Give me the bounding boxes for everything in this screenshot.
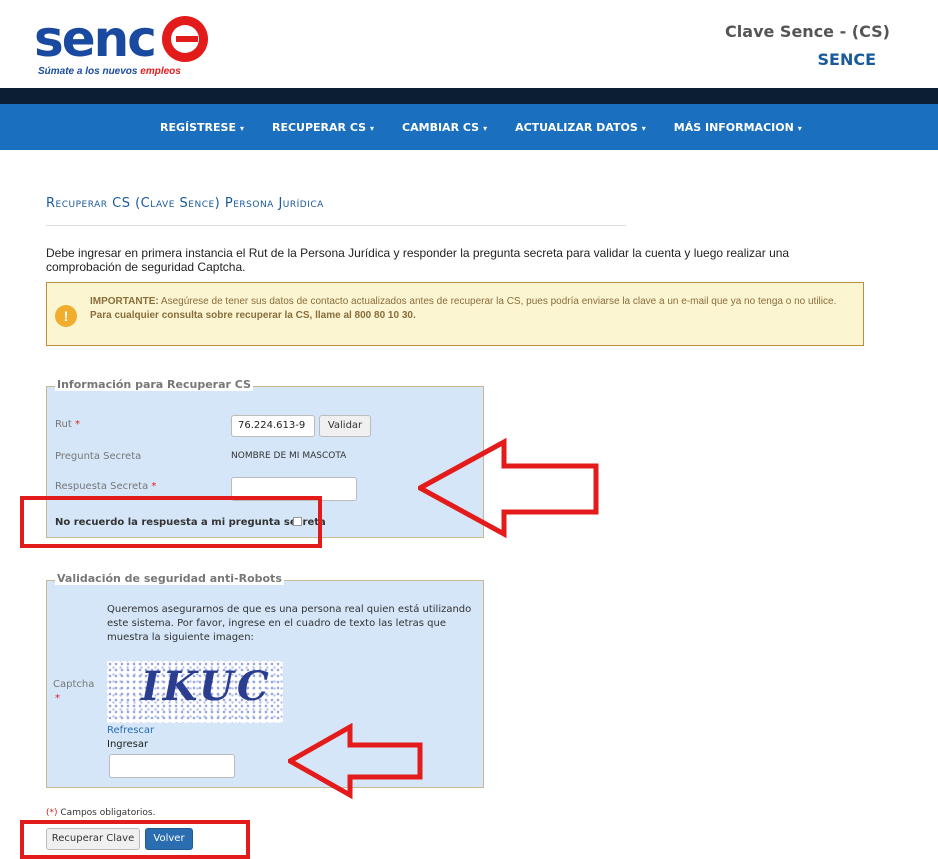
annotation-arrow-icon: [418, 438, 599, 538]
enter-captcha-label: Ingresar: [107, 739, 149, 750]
captcha-text: IKUC: [141, 663, 272, 710]
warning-icon: !: [55, 305, 77, 327]
logo-wordmark: senc: [34, 10, 157, 68]
captcha-label: Captcha: [53, 679, 95, 690]
sence-logo[interactable]: senc Súmate a los nuevos empleos: [34, 10, 214, 80]
nav-item-actualizar-datos[interactable]: ACTUALIZAR DATOS ▾: [515, 121, 646, 134]
site-header: senc Súmate a los nuevos empleos Clave S…: [0, 0, 938, 88]
refresh-captcha-link[interactable]: Refrescar: [107, 725, 154, 736]
nav-item-registrese[interactable]: REGÍSTRESE ▾: [160, 121, 244, 134]
annotation-arrow-icon: [288, 723, 423, 799]
secret-question-label: Pregunta Secreta: [55, 451, 142, 462]
recover-info-legend: Información para Recuperar CS: [55, 378, 253, 391]
alert-text: IMPORTANTE: Asegúrese de tener sus datos…: [90, 296, 837, 321]
top-dark-bar: [0, 88, 938, 104]
nav-item-cambiar-cs[interactable]: CAMBIAR CS ▾: [402, 121, 487, 134]
heading-divider: [46, 225, 626, 226]
app-title: Clave Sence - (CS): [725, 22, 890, 41]
rut-label: Rut *: [55, 419, 80, 430]
captcha-required-mark: *: [55, 693, 60, 704]
chevron-down-icon: ▾: [483, 123, 488, 133]
annotation-box-forgot-answer: [20, 496, 322, 548]
validate-button[interactable]: Validar: [319, 415, 371, 437]
chevron-down-icon: ▾: [797, 123, 802, 133]
nav-item-mas-informacion[interactable]: MÁS INFORMACION ▾: [674, 121, 802, 134]
chevron-down-icon: ▾: [239, 123, 244, 133]
app-subtitle: SENCE: [817, 50, 876, 69]
secret-answer-label: Respuesta Secreta *: [55, 481, 157, 492]
logo-tagline: Súmate a los nuevos empleos: [38, 66, 181, 77]
chevron-down-icon: ▾: [370, 123, 375, 133]
page-title: Recuperar CS (Clave Sence) Persona Juríd…: [46, 196, 324, 211]
important-alert: ! IMPORTANTE: Asegúrese de tener sus dat…: [46, 282, 864, 346]
secret-question-value: NOMBRE DE MI MASCOTA: [231, 451, 347, 461]
annotation-box-buttons: [20, 820, 250, 859]
intro-text: Debe ingresar en primera instancia el Ru…: [46, 246, 790, 274]
captcha-legend: Validación de seguridad anti-Robots: [55, 572, 284, 585]
main-navbar: REGÍSTRESE ▾ RECUPERAR CS ▾ CAMBIAR CS ▾ AC…: [0, 104, 938, 150]
captcha-instructions: Queremos asegurarnos de que es una perso…: [107, 604, 472, 643]
logo-mark-icon: [162, 16, 208, 62]
rut-input[interactable]: 76.224.613-9: [231, 415, 315, 437]
captcha-input[interactable]: [109, 754, 235, 778]
nav-item-recuperar-cs[interactable]: RECUPERAR CS ▾: [272, 121, 374, 134]
chevron-down-icon: ▾: [641, 123, 646, 133]
captcha-image: IKUC: [107, 661, 283, 723]
required-fields-note: (*) Campos obligatorios.: [46, 808, 156, 818]
